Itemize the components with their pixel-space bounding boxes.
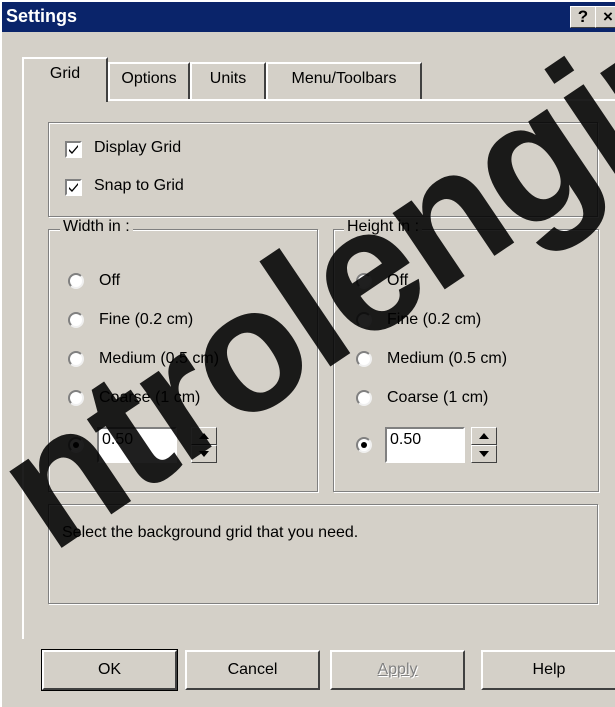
ok-button[interactable]: OK	[41, 649, 178, 691]
height-value-input[interactable]: 0.50	[385, 427, 465, 463]
tab-menu-toolbars-label: Menu/Toolbars	[291, 70, 397, 87]
close-button[interactable]: ×	[595, 6, 615, 28]
arrow-up-icon	[479, 433, 489, 439]
dialog-title: Settings	[6, 6, 78, 26]
title-bar: Settings ? ×	[2, 2, 615, 32]
height-spin-up-button[interactable]	[471, 427, 497, 445]
width-fine-label: Fine (0.2 cm)	[99, 311, 194, 328]
width-off-label: Off	[99, 272, 121, 289]
description-text: Select the background grid that you need…	[62, 524, 359, 541]
width-custom-radio[interactable]	[68, 437, 84, 453]
tab-options-label: Options	[121, 70, 177, 87]
tab-units-label: Units	[209, 70, 247, 87]
width-fine-radio[interactable]	[68, 312, 84, 328]
tab-options[interactable]: Options	[108, 62, 190, 100]
width-medium-radio[interactable]	[68, 351, 84, 367]
cancel-button[interactable]: Cancel	[185, 650, 320, 690]
width-spinner[interactable]	[191, 427, 217, 463]
tab-units[interactable]: Units	[190, 62, 266, 100]
description-box	[48, 504, 598, 604]
help-question-button[interactable]: ?	[570, 6, 596, 28]
height-group-title: Height in :	[344, 218, 423, 236]
arrow-down-icon	[479, 451, 489, 457]
height-spinner[interactable]	[471, 427, 497, 463]
display-grid-checkbox[interactable]	[65, 141, 82, 158]
radio-selected-dot	[361, 442, 367, 448]
display-options-group	[48, 122, 598, 217]
width-off-radio[interactable]	[68, 273, 84, 289]
height-fine-label: Fine (0.2 cm)	[387, 311, 482, 328]
arrow-down-icon	[199, 451, 209, 457]
help-button[interactable]: Help	[481, 650, 615, 690]
width-coarse-label: Coarse (1 cm)	[99, 389, 201, 406]
height-off-label: Off	[387, 272, 409, 289]
height-medium-radio[interactable]	[356, 351, 372, 367]
snap-to-grid-label: Snap to Grid	[94, 177, 184, 194]
height-coarse-radio[interactable]	[356, 390, 372, 406]
height-custom-radio[interactable]	[356, 437, 372, 453]
snap-to-grid-checkbox[interactable]	[65, 179, 82, 196]
radio-selected-dot	[73, 442, 79, 448]
tab-menu-toolbars[interactable]: Menu/Toolbars	[266, 62, 422, 100]
height-medium-label: Medium (0.5 cm)	[387, 350, 508, 367]
width-coarse-radio[interactable]	[68, 390, 84, 406]
settings-dialog: Settings ? × Grid Options Units Menu/Too…	[0, 0, 615, 707]
checkmark-icon	[69, 183, 78, 192]
width-group-title: Width in :	[60, 218, 133, 236]
apply-button[interactable]: Apply	[330, 650, 465, 690]
checkmark-icon	[69, 145, 78, 154]
height-off-radio[interactable]	[356, 273, 372, 289]
arrow-up-icon	[199, 433, 209, 439]
width-spin-up-button[interactable]	[191, 427, 217, 445]
width-spin-down-button[interactable]	[191, 445, 217, 463]
height-fine-radio[interactable]	[356, 312, 372, 328]
tab-grid[interactable]: Grid	[22, 57, 108, 102]
display-grid-label: Display Grid	[94, 139, 182, 156]
width-medium-label: Medium (0.5 cm)	[99, 350, 220, 367]
height-coarse-label: Coarse (1 cm)	[387, 389, 489, 406]
height-spin-down-button[interactable]	[471, 445, 497, 463]
tab-grid-label: Grid	[49, 65, 81, 82]
width-value-input[interactable]: 0.50	[97, 427, 177, 463]
